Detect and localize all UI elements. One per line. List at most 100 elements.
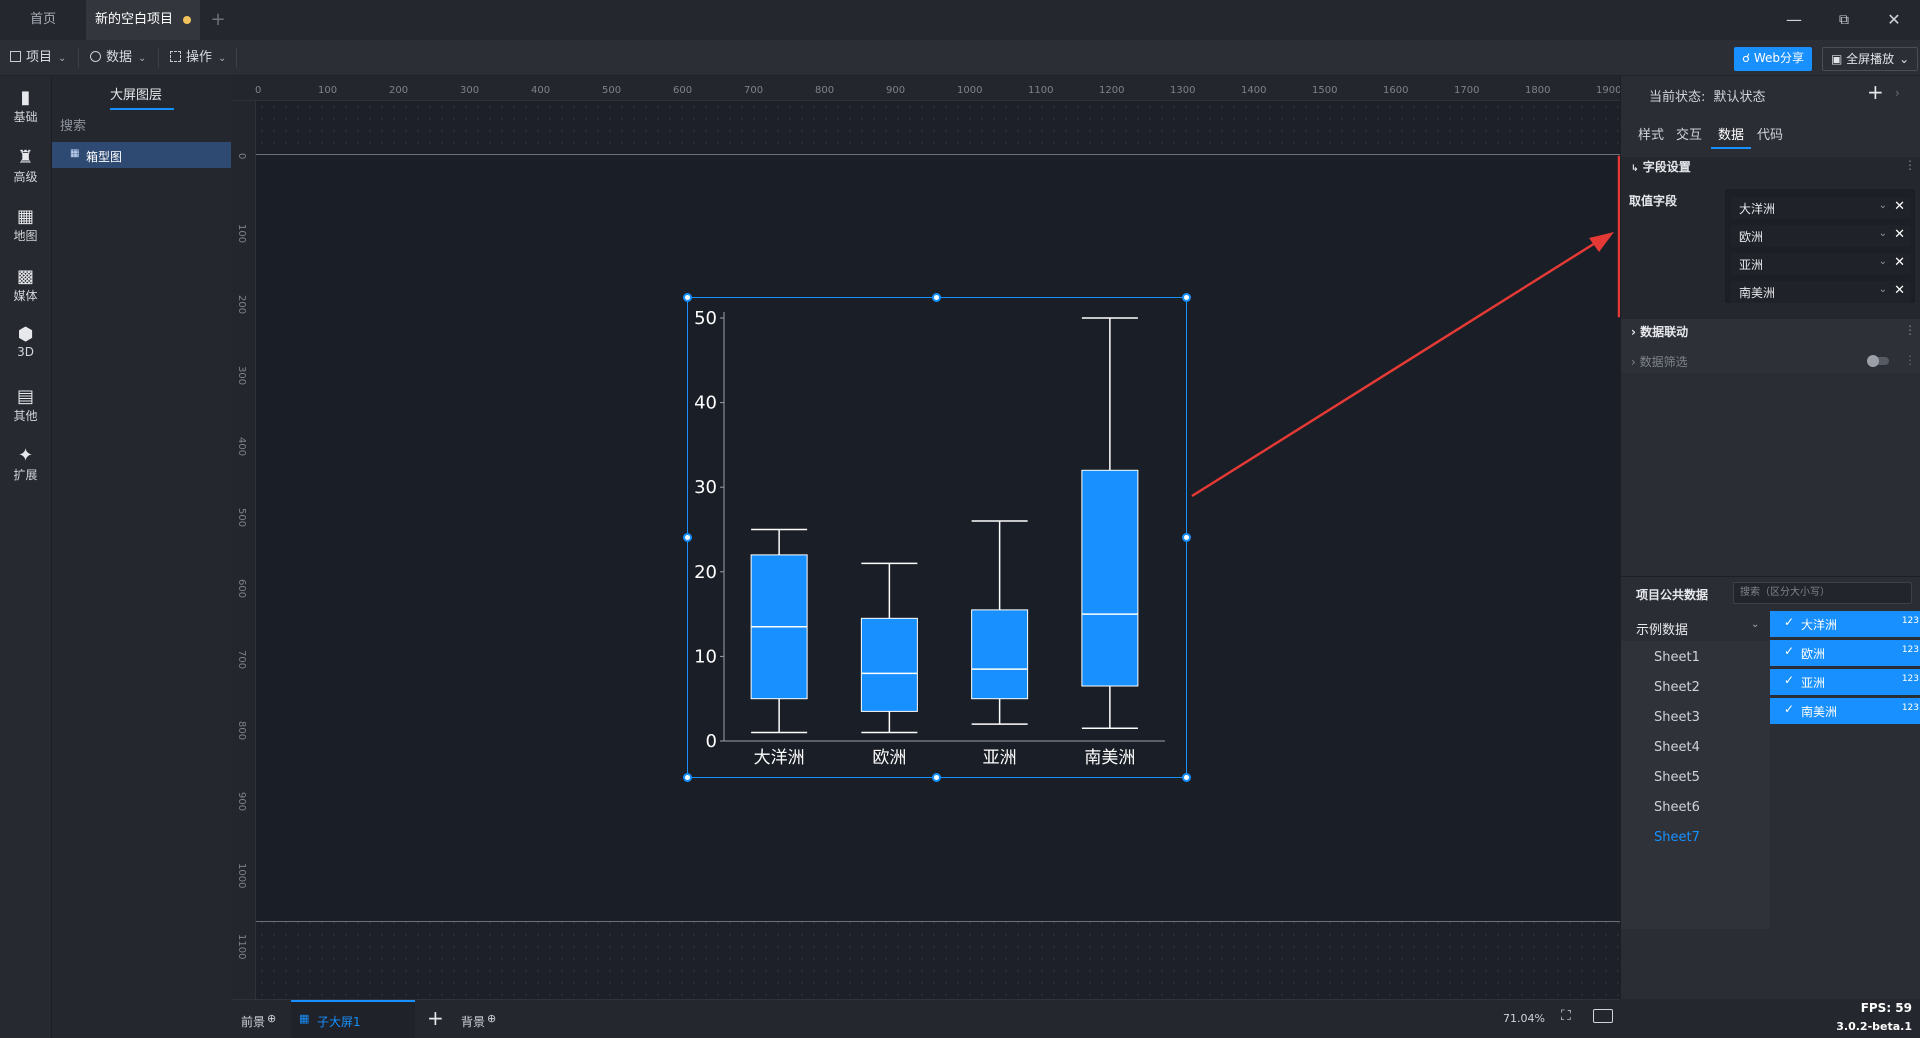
chevron-down-icon: ⌄ — [1878, 228, 1887, 239]
data-linkage-header[interactable]: › 数据联动 — [1631, 323, 1688, 340]
foreground-tab[interactable]: 前景 ⊕ — [241, 1012, 276, 1030]
public-data-search-input[interactable]: 搜索（区分大小写） — [1733, 582, 1912, 604]
menu-operation[interactable]: 操作 ⌄ — [170, 40, 226, 76]
tab-new-project[interactable]: 新的空白项目 — [86, 0, 200, 40]
add-state-icon[interactable]: + — [1867, 80, 1884, 104]
x-tick-label: 欧洲 — [872, 748, 906, 768]
sidebar-item-media[interactable]: ▩ 媒体 — [0, 267, 51, 304]
add-tab-icon[interactable]: + — [208, 0, 228, 40]
component-sidebar: ▮​ 基础 ♜ 高级 ▦ 地图 ▩ 媒体 ⬢ 3D ▤ 其他 ✦ 扩展 — [0, 76, 51, 1038]
chevron-down-icon: ⌄ — [1899, 52, 1910, 66]
more-icon[interactable]: ⋮ — [1904, 323, 1916, 337]
data-filter-label: 数据筛选 — [1639, 355, 1688, 369]
editor-canvas[interactable]: 0 10 20 30 40 50 大洋洲 欧洲 亚洲 南美洲 — [256, 101, 1620, 999]
menu-data[interactable]: 数据 ⌄ — [90, 40, 146, 76]
fps-readout: FPS: 59 — [1860, 1001, 1912, 1015]
divider — [1621, 576, 1920, 577]
add-circle-icon[interactable]: ⊕ — [267, 1012, 276, 1025]
tab-home[interactable]: 首页 — [0, 0, 86, 40]
sidebar-item-basic[interactable]: ▮​ 基础 — [0, 88, 51, 125]
close-icon[interactable]: ✕ — [1882, 8, 1906, 32]
tab-data[interactable]: 数据 — [1718, 124, 1744, 143]
sidebar-item-advanced[interactable]: ♜ 高级 — [0, 148, 51, 185]
field-settings-header[interactable]: ↳ 字段设置 — [1631, 158, 1691, 175]
column-item[interactable]: ✓ 欧洲 123 — [1770, 640, 1920, 666]
chevron-down-icon: ⌄ — [218, 53, 227, 64]
web-share-button[interactable]: ☌ Web分享 — [1734, 47, 1813, 71]
sheet-item[interactable]: Sheet2 — [1654, 680, 1700, 695]
ruler-tick-label: 1700 — [1454, 85, 1480, 96]
tab-interaction[interactable]: 交互 — [1676, 124, 1702, 143]
column-type: 123 — [1901, 645, 1919, 655]
field-select-row[interactable]: 亚洲 ⌄ ✕ — [1731, 253, 1911, 275]
field-select-row[interactable]: 南美洲 ⌄ ✕ — [1731, 281, 1911, 303]
tab-style[interactable]: 样式 — [1638, 124, 1664, 143]
data-linkage-label: 数据联动 — [1640, 325, 1689, 339]
chevron-right-icon: › — [1631, 325, 1641, 339]
background-tab[interactable]: 背景 ⊕ — [461, 1012, 496, 1030]
field-select-row[interactable]: 欧洲 ⌄ ✕ — [1731, 225, 1911, 247]
sidebar-item-label: 地图 — [13, 229, 38, 243]
divider — [158, 48, 159, 68]
add-screen-icon[interactable]: + — [427, 1006, 444, 1030]
more-icon[interactable]: ⋮ — [1904, 353, 1916, 367]
column-item[interactable]: ✓ 亚洲 123 — [1770, 669, 1920, 695]
sidebar-item-label: 基础 — [13, 110, 38, 124]
ruler-tick-label: 1500 — [1312, 85, 1338, 96]
more-icon[interactable]: ⋮ — [1904, 158, 1916, 172]
fullscreen-button[interactable]: ▣ 全屏播放 ⌄ — [1822, 47, 1919, 71]
remove-field-icon[interactable]: ✕ — [1894, 283, 1905, 298]
layer-item-label: 箱型图 — [86, 150, 123, 164]
zoom-level[interactable]: 71.04% — [1503, 1012, 1545, 1025]
sheet-item[interactable]: Sheet4 — [1654, 740, 1700, 755]
fit-screen-icon[interactable]: ⛶ — [1561, 1008, 1571, 1024]
data-filter-header[interactable]: › 数据筛选 — [1631, 353, 1688, 370]
status-bar: FPS: 59 3.0.2-beta.1 — [1620, 999, 1920, 1038]
ruler-tick-label: 500 — [602, 85, 622, 96]
restore-icon[interactable]: ⧉ — [1832, 8, 1856, 32]
remove-field-icon[interactable]: ✕ — [1894, 227, 1905, 242]
collapse-icon: ↳ — [1631, 164, 1639, 174]
column-type: 123 — [1901, 674, 1919, 684]
remove-field-icon[interactable]: ✕ — [1894, 255, 1905, 270]
dataset-selector[interactable]: 示例数据 ⌄ — [1621, 611, 1770, 641]
sheet-item[interactable]: Sheet6 — [1654, 800, 1700, 815]
layer-item[interactable]: ▦ 箱型图 — [52, 142, 232, 168]
ruler-tick-label: 1800 — [1525, 85, 1551, 96]
column-item[interactable]: ✓ 大洋洲 123 — [1770, 611, 1920, 637]
layers-search-input[interactable]: 搜索 — [60, 116, 224, 138]
sheet-item[interactable]: Sheet5 — [1654, 770, 1700, 785]
add-circle-icon[interactable]: ⊕ — [487, 1012, 496, 1025]
menu-project[interactable]: 项目 ⌄ — [10, 40, 66, 76]
y-tick-label: 20 — [694, 562, 717, 583]
sidebar-item-label: 其他 — [13, 409, 38, 423]
y-tick-label: 50 — [694, 308, 717, 329]
ruler-tick-label: 700 — [236, 650, 247, 670]
keyboard-icon[interactable] — [1593, 1009, 1613, 1023]
ruler-tick-label: 900 — [236, 792, 247, 812]
y-tick-label: 40 — [694, 393, 717, 414]
column-label: 亚洲 — [1801, 676, 1826, 690]
fullscreen-label: 全屏播放 — [1846, 52, 1895, 66]
tab-new-project-label: 新的空白项目 — [94, 12, 173, 27]
sidebar-item-3d[interactable]: ⬢ 3D — [0, 325, 51, 360]
sheet-item[interactable]: Sheet3 — [1654, 710, 1700, 725]
sidebar-item-extend[interactable]: ✦ 扩展 — [0, 446, 51, 483]
remove-field-icon[interactable]: ✕ — [1894, 199, 1905, 214]
sheet-item[interactable]: Sheet1 — [1654, 650, 1700, 665]
sidebar-item-map[interactable]: ▦ 地图 — [0, 207, 51, 244]
list-icon: ▤ — [16, 386, 34, 407]
sidebar-item-other[interactable]: ▤ 其他 — [0, 387, 51, 424]
box-plot-icon: ▦ — [70, 148, 80, 159]
field-select-row[interactable]: 大洋洲 ⌄ ✕ — [1731, 197, 1911, 219]
sub-screen-tab[interactable]: ▦ 子大屏1 — [291, 1000, 415, 1038]
box-plot-chart[interactable]: 0 10 20 30 40 50 大洋洲 欧洲 亚洲 南美洲 — [687, 297, 1187, 778]
tab-code[interactable]: 代码 — [1757, 124, 1783, 143]
sheet-item-active[interactable]: Sheet7 — [1654, 830, 1700, 845]
column-item[interactable]: ✓ 南美洲 123 — [1770, 698, 1920, 724]
minimize-icon[interactable]: — — [1782, 8, 1806, 32]
ruler-tick-label: 200 — [236, 295, 247, 315]
data-filter-toggle[interactable] — [1867, 355, 1889, 367]
unsaved-dot-icon — [183, 15, 191, 24]
chevron-right-icon[interactable]: › — [1895, 86, 1900, 100]
